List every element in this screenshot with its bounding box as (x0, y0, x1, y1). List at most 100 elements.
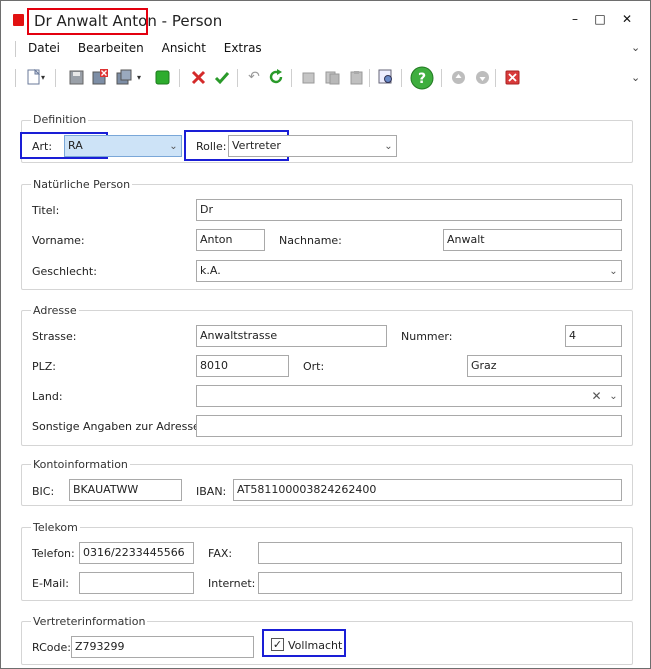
art-chevron-down-icon[interactable]: ⌄ (166, 136, 181, 156)
telekom-group-label: Telekom (31, 521, 80, 534)
rcode-label: RCode: (32, 641, 71, 654)
iban-value: AT581100003824262400 (237, 483, 377, 496)
copy-icon[interactable] (323, 68, 341, 86)
app-icon (13, 14, 24, 26)
fax-input[interactable] (258, 542, 622, 564)
plz-value: 8010 (200, 359, 228, 372)
vorname-value: Anton (200, 233, 233, 246)
toolbar-separator (237, 69, 238, 87)
vollmacht-label[interactable]: Vollmacht (288, 639, 342, 652)
telefon-value: 0316/2233445566 (83, 546, 185, 559)
vertreter-group-label: Vertreterinformation (31, 615, 148, 628)
geschlecht-label: Geschlecht: (32, 265, 97, 278)
strasse-value: Anwaltstrasse (200, 329, 278, 342)
vollmacht-checkbox[interactable]: ✓ (271, 638, 284, 651)
land-clear-icon[interactable]: ✕ (589, 386, 604, 406)
vorname-input[interactable]: Anton (196, 229, 265, 251)
telefon-label: Telefon: (32, 547, 75, 560)
internet-label: Internet: (208, 577, 256, 590)
nummer-input[interactable]: 4 (565, 325, 622, 347)
close-button[interactable]: ✕ (613, 9, 641, 29)
adresse-group-label: Adresse (31, 304, 79, 317)
person-window: Dr Anwalt Anton - Person – □ ✕ Datei Bea… (0, 0, 651, 669)
save-as-icon[interactable] (115, 68, 133, 86)
paste-icon[interactable] (347, 68, 365, 86)
geschlecht-value: k.A. (200, 264, 221, 277)
bic-value: BKAUATWW (73, 483, 139, 496)
land-select[interactable] (196, 385, 622, 407)
undo-icon[interactable]: ↶ (245, 68, 263, 86)
land-chevron-down-icon[interactable]: ⌄ (606, 386, 621, 406)
plz-input[interactable]: 8010 (196, 355, 289, 377)
menu-datei[interactable]: Datei (28, 41, 60, 55)
toolbar-separator (401, 69, 402, 87)
new-dropdown-icon[interactable]: ▾ (41, 73, 45, 82)
save-close-icon[interactable] (91, 68, 109, 86)
toolbar-separator (179, 69, 180, 87)
menu-overflow-chevron-icon[interactable]: ⌄ (631, 41, 640, 54)
window-title-suffix: - Person (161, 12, 223, 30)
rcode-value: Z793299 (75, 640, 125, 653)
person-group-label: Natürliche Person (31, 178, 133, 191)
geschlecht-select[interactable]: k.A. (196, 260, 622, 282)
strasse-label: Strasse: (32, 330, 77, 343)
menu-extras[interactable]: Extras (224, 41, 262, 55)
ort-value: Graz (471, 359, 497, 372)
telefon-input[interactable]: 0316/2233445566 (79, 542, 194, 564)
sonstige-label: Sonstige Angaben zur Adresse: (32, 420, 204, 433)
rolle-select[interactable]: Vertreter (228, 135, 397, 157)
close-icon: ✕ (621, 12, 633, 26)
refresh-icon[interactable] (267, 68, 285, 86)
toolbar-separator (291, 69, 292, 87)
nachname-input[interactable]: Anwalt (443, 229, 622, 251)
bic-input[interactable]: BKAUATWW (69, 479, 182, 501)
bic-label: BIC: (32, 485, 55, 498)
maximize-icon: □ (594, 12, 606, 26)
rolle-value: Vertreter (232, 139, 281, 152)
titel-input[interactable]: Dr (196, 199, 622, 221)
save-icon[interactable] (67, 68, 85, 86)
svg-text:?: ? (418, 71, 426, 87)
titel-label: Titel: (32, 204, 60, 217)
move-up-icon[interactable] (449, 68, 467, 86)
art-select[interactable]: RA (64, 135, 182, 157)
ort-input[interactable]: Graz (467, 355, 622, 377)
save-dropdown-icon[interactable]: ▾ (137, 73, 141, 82)
minimize-button[interactable]: – (561, 9, 589, 29)
iban-label: IBAN: (196, 485, 227, 498)
menu-ansicht[interactable]: Ansicht (162, 41, 206, 55)
menu-grip (15, 41, 16, 57)
iban-input[interactable]: AT581100003824262400 (233, 479, 622, 501)
toolbar-overflow-chevron-icon[interactable]: ⌄ (631, 71, 640, 84)
email-label: E-Mail: (32, 577, 69, 590)
rolle-chevron-down-icon[interactable]: ⌄ (381, 136, 396, 156)
toolbar-separator (55, 69, 56, 87)
delete-icon[interactable] (503, 68, 521, 86)
vorname-label: Vorname: (32, 234, 85, 247)
titel-value: Dr (200, 203, 213, 216)
maximize-button[interactable]: □ (586, 9, 614, 29)
internet-input[interactable] (258, 572, 622, 594)
preview-icon[interactable] (377, 68, 395, 86)
cut-icon[interactable] (299, 68, 317, 86)
title-highlight (27, 8, 148, 35)
sonstige-input[interactable] (196, 415, 622, 437)
green-square-icon[interactable] (153, 68, 171, 86)
geschlecht-chevron-down-icon[interactable]: ⌄ (606, 261, 621, 281)
menu-bearbeiten[interactable]: Bearbeiten (78, 41, 144, 55)
toolbar-separator (495, 69, 496, 87)
toolbar-separator (441, 69, 442, 87)
cancel-icon[interactable] (189, 68, 207, 86)
email-input[interactable] (79, 572, 194, 594)
toolbar-separator (369, 69, 370, 87)
move-down-icon[interactable] (473, 68, 491, 86)
land-label: Land: (32, 390, 63, 403)
strasse-input[interactable]: Anwaltstrasse (196, 325, 387, 347)
nachname-label: Nachname: (279, 234, 342, 247)
nachname-value: Anwalt (447, 233, 485, 246)
nummer-label: Nummer: (401, 330, 453, 343)
help-icon[interactable]: ? (410, 66, 434, 90)
confirm-icon[interactable] (213, 68, 231, 86)
rcode-input[interactable]: Z793299 (71, 636, 254, 658)
art-label: Art: (32, 140, 53, 153)
